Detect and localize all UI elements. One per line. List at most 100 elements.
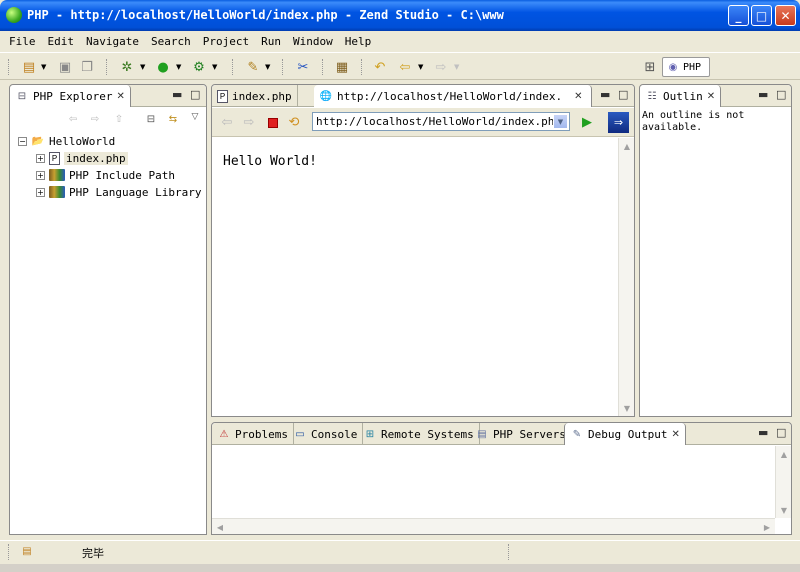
back-icon[interactable]: ⇦ [66, 112, 80, 126]
close-tab-icon[interactable]: ✕ [574, 91, 582, 102]
back-dropdown-icon[interactable]: ▼ [418, 63, 423, 71]
library-icon[interactable]: ▦ [333, 58, 351, 76]
library-icon [49, 169, 65, 181]
menu-window[interactable]: Window [293, 35, 333, 48]
new-icon[interactable]: ▤ [20, 58, 38, 76]
menu-edit[interactable]: Edit [48, 35, 75, 48]
stop-icon[interactable] [268, 118, 278, 128]
close-button[interactable]: ✕ [775, 5, 796, 26]
minimize-button[interactable]: _ [728, 5, 749, 26]
fast-view-icon[interactable]: ▤ [20, 544, 34, 558]
browser-forward-icon[interactable]: ⇨ [242, 115, 256, 130]
tab-index-php[interactable]: P index.php [212, 85, 298, 107]
menu-search[interactable]: Search [151, 35, 191, 48]
open-perspective-icon[interactable]: ⊞ [641, 58, 659, 76]
scroll-left-icon[interactable]: ◀ [212, 519, 228, 535]
menu-run[interactable]: Run [261, 35, 281, 48]
tab-label: Debug Output [588, 427, 668, 441]
last-edit-icon[interactable]: ↶ [371, 58, 389, 76]
maximize-view-icon[interactable]: □ [776, 426, 786, 439]
explorer-icon: ⊟ [17, 90, 27, 102]
tab-php-explorer[interactable]: ⊟ PHP Explorer ✕ [10, 85, 131, 107]
debug-icon[interactable]: ✲ [118, 58, 136, 76]
scroll-down-icon[interactable]: ▼ [776, 502, 792, 518]
url-dropdown-icon[interactable]: ▼ [553, 114, 568, 129]
maximize-view-icon[interactable]: □ [776, 88, 786, 101]
scroll-down-icon[interactable]: ▼ [619, 400, 635, 416]
scroll-up-icon[interactable]: ▲ [776, 446, 792, 462]
bottom-panel: ⚠ Problems ▭ Console ⊞ Remote Systems ▤ … [211, 422, 792, 535]
tree-item-label: index.php [64, 151, 128, 165]
maximize-view-icon[interactable]: □ [190, 88, 200, 101]
tab-browser[interactable]: 🌐 http://localhost/HelloWorld/index. ✕ [314, 85, 592, 107]
expand-toggle-icon[interactable]: + [36, 187, 45, 197]
menu-help[interactable]: Help [345, 35, 372, 48]
tab-label: Console [311, 427, 358, 441]
marker-icon[interactable]: ✎ [244, 58, 262, 76]
menu-navigate[interactable]: Navigate [86, 35, 139, 48]
expand-toggle-icon[interactable]: + [36, 153, 45, 163]
tab-problems[interactable]: ⚠ Problems [212, 423, 294, 445]
save-all-icon[interactable]: ❐ [78, 58, 96, 76]
php-perspective-button[interactable]: ◉ PHP [662, 57, 710, 77]
collapse-all-icon[interactable]: ⊟ [144, 112, 158, 126]
status-bar: ▤ 完毕 [0, 540, 800, 562]
run-icon[interactable]: ● [154, 58, 172, 76]
marker-dropdown-icon[interactable]: ▼ [265, 63, 270, 71]
maximize-button[interactable]: □ [751, 5, 772, 26]
tree-item-index-php[interactable]: + P index.php [36, 150, 128, 166]
tab-console[interactable]: ▭ Console [288, 423, 364, 445]
scroll-up-icon[interactable]: ▲ [619, 138, 635, 154]
tab-debug-output[interactable]: ✎ Debug Output ✕ [564, 423, 686, 445]
external-tools-icon[interactable]: ⚙ [190, 58, 208, 76]
browser-back-icon[interactable]: ⇦ [220, 115, 234, 130]
refresh-icon[interactable]: ⟲ [287, 115, 301, 130]
explorer-header: ⊟ PHP Explorer ✕ ▬ □ [10, 85, 206, 107]
title-bar[interactable]: PHP - http://localhost/HelloWorld/index.… [0, 0, 800, 31]
minimize-view-icon[interactable]: ▬ [758, 426, 768, 439]
outline-tab-label: Outlin [663, 89, 703, 103]
go-icon[interactable]: ▶ [580, 115, 594, 130]
close-tab-icon[interactable]: ✕ [116, 91, 124, 102]
forward-dropdown-icon[interactable]: ▼ [454, 63, 459, 71]
status-separator [508, 544, 510, 560]
external-tools-dropdown-icon[interactable]: ▼ [212, 63, 217, 71]
back-icon[interactable]: ⇦ [396, 58, 414, 76]
browser-scrollbar[interactable]: ▲ ▼ [618, 138, 634, 416]
forward-icon[interactable]: ⇨ [88, 112, 102, 126]
menu-project[interactable]: Project [203, 35, 249, 48]
run-dropdown-icon[interactable]: ▼ [176, 63, 181, 71]
minimize-view-icon[interactable]: ▬ [172, 88, 182, 101]
url-input[interactable]: http://localhost/HelloWorld/index.php ▼ [312, 112, 570, 131]
expand-toggle-icon[interactable]: + [36, 170, 45, 180]
link-editor-icon[interactable]: ⇆ [166, 112, 180, 126]
library-icon [49, 186, 65, 198]
up-icon[interactable]: ⇧ [112, 112, 126, 126]
outline-icon: ☷ [647, 90, 657, 102]
collapse-toggle-icon[interactable]: − [18, 136, 27, 146]
debug-dropdown-icon[interactable]: ▼ [140, 63, 145, 71]
tab-remote-systems[interactable]: ⊞ Remote Systems [358, 423, 480, 445]
scroll-right-icon[interactable]: ▶ [759, 519, 775, 535]
close-tab-icon[interactable]: ✕ [671, 429, 679, 440]
close-tab-icon[interactable]: ✕ [707, 91, 715, 102]
editor-pane: P index.php 🌐 http://localhost/HelloWorl… [211, 84, 635, 417]
php-perspective-icon: ◉ [668, 61, 678, 73]
maximize-view-icon[interactable]: □ [618, 88, 628, 101]
tree-item-language-library[interactable]: + PHP Language Library [36, 184, 201, 200]
new-dropdown-icon[interactable]: ▼ [41, 63, 46, 71]
save-icon[interactable]: ▣ [56, 58, 74, 76]
minimize-view-icon[interactable]: ▬ [600, 88, 610, 101]
tree-item-include-path[interactable]: + PHP Include Path [36, 167, 175, 183]
toolbar-separator [106, 59, 108, 75]
output-hscrollbar[interactable]: ◀ ▶ [212, 518, 775, 534]
forward-icon[interactable]: ⇨ [432, 58, 450, 76]
tab-php-servers[interactable]: ▤ PHP Servers [470, 423, 572, 445]
tab-outline[interactable]: ☷ Outlin ✕ [640, 85, 722, 107]
toggle-icon[interactable]: ✂ [294, 58, 312, 76]
output-vscrollbar[interactable]: ▲ ▼ [775, 446, 791, 518]
view-menu-icon[interactable]: ▽ [188, 110, 202, 124]
minimize-view-icon[interactable]: ▬ [758, 88, 768, 101]
menu-file[interactable]: File [9, 35, 36, 48]
tree-project-row[interactable]: − 📂 HelloWorld [18, 133, 115, 149]
